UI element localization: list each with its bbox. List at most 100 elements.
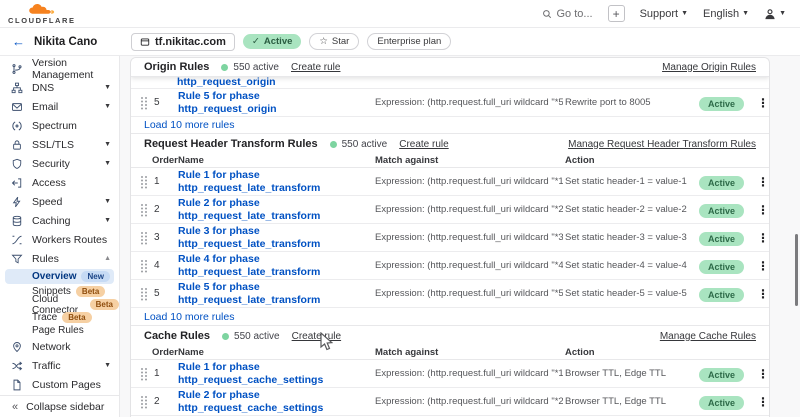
create-rule-link[interactable]: Create rule: [292, 331, 341, 342]
email-icon: [11, 101, 23, 113]
sidebar-item-trace[interactable]: Trace Beta: [0, 311, 119, 324]
table-row: 1 Rule 1 for phase http_request_late_tra…: [131, 168, 769, 196]
sidebar-item-label: Version Management: [32, 57, 111, 81]
sidebar-item-ssl-tls[interactable]: SSL/TLS ▼: [0, 135, 119, 154]
sidebar-item-rules[interactable]: Rules ▲: [0, 249, 119, 268]
rule-name-line2: http_request_late_transform: [178, 266, 375, 279]
add-site-button[interactable]: +: [608, 5, 625, 22]
rule-name-link[interactable]: Rule 1 for phase http_request_late_trans…: [178, 169, 375, 195]
manage-cache-rules-link[interactable]: Manage Cache Rules: [660, 331, 756, 342]
sidebar-item-label: Email: [32, 101, 58, 113]
back-arrow-icon[interactable]: ←: [12, 34, 25, 49]
drag-handle-icon[interactable]: [135, 395, 152, 409]
kebab-menu-icon[interactable]: ⋮: [757, 96, 769, 110]
create-rule-link[interactable]: Create rule: [291, 62, 340, 73]
load-more-rules-link[interactable]: Load 10 more rules: [131, 308, 769, 325]
sidebar-item-dns[interactable]: DNS ▼: [0, 78, 119, 97]
support-menu[interactable]: Support ▼: [640, 8, 688, 20]
traffic-icon: [11, 360, 23, 372]
drag-dots-icon: [140, 367, 148, 381]
order-column-header: Order: [152, 347, 178, 358]
table-row: 5 Rule 5 for phase http_request_origin E…: [131, 89, 769, 117]
kebab-menu-icon[interactable]: ⋮: [757, 259, 769, 273]
sidebar-item-page-rules[interactable]: Page Rules: [0, 324, 119, 337]
drag-dots-icon: [140, 175, 148, 189]
drag-handle-icon[interactable]: [135, 259, 152, 273]
rule-name-link[interactable]: Rule 5 for phase http_request_origin: [178, 90, 375, 116]
sidebar-item-network[interactable]: Network: [0, 337, 119, 356]
chevron-down-icon: ▼: [104, 217, 111, 224]
drag-handle-icon[interactable]: [135, 175, 152, 189]
zone-status-label: Active: [264, 36, 293, 47]
order-cell: 1: [152, 368, 178, 379]
kebab-menu-icon[interactable]: ⋮: [757, 203, 769, 217]
drag-handle-icon[interactable]: [135, 96, 152, 110]
chevron-down-icon: ▼: [104, 362, 111, 369]
rule-name-link[interactable]: Rule 4 for phase http_request_late_trans…: [178, 253, 375, 279]
kebab-menu-icon[interactable]: ⋮: [757, 395, 769, 409]
rule-name-line2: http_request_late_transform: [178, 238, 375, 251]
kebab-menu-icon[interactable]: ⋮: [757, 231, 769, 245]
manage-origin-rules-link[interactable]: Manage Origin Rules: [662, 62, 756, 73]
sidebar-item-workers-routes[interactable]: Workers Routes: [0, 230, 119, 249]
sidebar-item-custom-pages[interactable]: Custom Pages: [0, 375, 119, 394]
sidebar-item-label: DNS: [32, 82, 54, 94]
sidebar-item-cloud-connector[interactable]: Cloud Connector Beta: [0, 298, 119, 311]
active-dot-icon: [222, 333, 229, 340]
sidebar-item-spectrum[interactable]: Spectrum: [0, 116, 119, 135]
action-cell: Set static header-2 = value-2: [563, 204, 699, 215]
chevron-down-icon: ▼: [104, 141, 111, 148]
kebab-menu-icon[interactable]: ⋮: [757, 287, 769, 301]
kebab-menu-icon[interactable]: ⋮: [757, 175, 769, 189]
sidebar-item-caching[interactable]: Caching ▼: [0, 211, 119, 230]
zone-status-badge: ✓ Active: [243, 34, 301, 49]
sidebar-item-overview[interactable]: Overview New: [5, 269, 114, 284]
rule-name-line2: http_request_late_transform: [178, 210, 375, 223]
sidebar-item-traffic[interactable]: Traffic ▼: [0, 356, 119, 375]
collapse-sidebar-button[interactable]: « Collapse sidebar: [0, 395, 119, 417]
rule-name-link[interactable]: Rule 1 for phase http_request_cache_sett…: [178, 361, 375, 387]
vertical-scrollbar-thumb[interactable]: [795, 234, 798, 306]
chevron-down-icon: ▼: [104, 84, 111, 91]
drag-dots-icon: [140, 231, 148, 245]
check-icon: ✓: [252, 36, 260, 47]
sidebar-item-speed[interactable]: Speed ▼: [0, 192, 119, 211]
drag-handle-icon[interactable]: [135, 231, 152, 245]
sidebar-item-label: Speed: [32, 196, 62, 208]
user-account-menu[interactable]: ▼: [764, 8, 786, 20]
rule-name-link[interactable]: Rule 3 for phase http_request_late_trans…: [178, 225, 375, 251]
rule-name-link[interactable]: Rule 2 for phase http_request_cache_sett…: [178, 389, 375, 415]
sidebar-item-security[interactable]: Security ▼: [0, 154, 119, 173]
section-title: Request Header Transform Rules: [144, 138, 318, 150]
rule-name-link[interactable]: Rule 2 for phase http_request_late_trans…: [178, 197, 375, 223]
star-button[interactable]: ☆ Star: [309, 33, 359, 50]
cache-rules-table: 1 Rule 1 for phase http_request_cache_se…: [131, 360, 769, 416]
sidebar-item-access[interactable]: Access: [0, 173, 119, 192]
rule-name-link[interactable]: http_request_origin: [177, 77, 769, 88]
manage-transform-rules-link[interactable]: Manage Request Header Transform Rules: [568, 139, 756, 150]
name-column-header: Name: [178, 155, 375, 166]
domain-selector[interactable]: tf.nikitac.com: [131, 33, 235, 51]
user-icon: [764, 8, 776, 20]
goto-search[interactable]: Go to...: [542, 8, 593, 20]
chevron-down-icon: ▼: [742, 10, 749, 17]
rule-name-link[interactable]: Rule 5 for phase http_request_late_trans…: [178, 281, 375, 307]
drag-handle-icon[interactable]: [135, 203, 152, 217]
sidebar-item-label: Overview: [32, 271, 76, 282]
match-cell: Expression: (http.request.full_uri wildc…: [375, 368, 563, 379]
section-title: Cache Rules: [144, 330, 210, 342]
pin-icon: [11, 341, 23, 353]
sidebar-navigation: Version Management DNS ▼ Email ▼ Spectru…: [0, 56, 120, 417]
language-menu[interactable]: English ▼: [703, 8, 749, 20]
drag-handle-icon[interactable]: [135, 367, 152, 381]
sidebar-item-version-management[interactable]: Version Management: [0, 59, 119, 78]
table-row: 1 Rule 1 for phase http_request_cache_se…: [131, 360, 769, 388]
cloudflare-logo[interactable]: CLOUDFLARE: [8, 4, 76, 25]
kebab-menu-icon[interactable]: ⋮: [757, 367, 769, 381]
load-more-rules-link[interactable]: Load 10 more rules: [131, 117, 769, 134]
sidebar-item-email[interactable]: Email ▼: [0, 97, 119, 116]
sidebar-item-label: Custom Pages: [32, 379, 101, 391]
sidebar-item-label: Network: [32, 341, 71, 353]
drag-handle-icon[interactable]: [135, 287, 152, 301]
create-rule-link[interactable]: Create rule: [399, 139, 448, 150]
